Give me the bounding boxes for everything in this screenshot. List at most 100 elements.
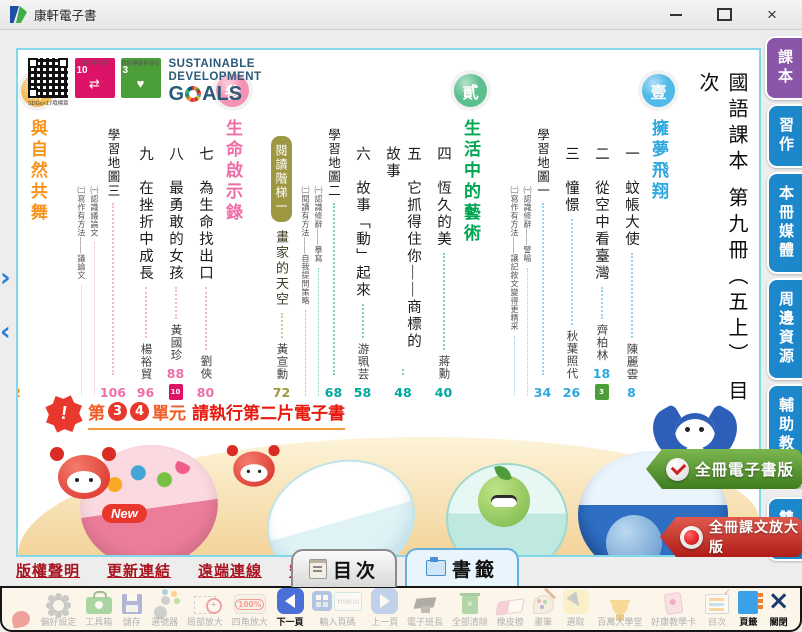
side-tab-label: 課本 (774, 49, 795, 87)
dotted-leader (631, 253, 633, 338)
toc-lesson[interactable]: 三 憧憬秋葉照代26 (561, 60, 582, 400)
teaching-card-icon (664, 592, 684, 615)
toolbar-next-page[interactable]: 下一頁 (272, 588, 308, 628)
toolbar-label: 工具箱 (85, 615, 112, 628)
tab-bookmark[interactable]: 書籤 (405, 548, 519, 586)
pointer-icon (11, 609, 32, 628)
toolbar-save[interactable]: 儲存 (117, 594, 147, 628)
toolbar-label: 全部清除 (452, 615, 488, 628)
dotted-leader (318, 268, 319, 397)
close-window-button[interactable]: × (748, 1, 796, 29)
footer-link-遠端連線[interactable]: 遠端連線 (198, 560, 262, 581)
toolbar-preferences[interactable]: 偏好設定 (36, 597, 81, 628)
toc-lesson[interactable]: 二 從空中看臺灣齊柏林183 (591, 60, 612, 400)
dotted-leader (571, 219, 573, 325)
toc-lesson[interactable]: 一 蚊帳大使陳麗雲8 (621, 60, 642, 400)
toc-lesson[interactable]: 五 它抓得住你——商標的故事48 (382, 60, 424, 400)
toolbar-label: 目次 (708, 615, 726, 628)
minimize-button[interactable] (652, 1, 700, 29)
map-main: 學習地圖三106 (100, 60, 126, 400)
toc-lesson[interactable]: 六 故事「動」起來游珮芸58 (352, 60, 373, 400)
quiz-trophy-icon (612, 603, 628, 614)
toc-lesson[interactable]: 八 最勇敢的女孩黃國珍8810 (165, 60, 186, 400)
sdg-header: SDGs×17項標章 10 ⇄ 減少不平等 3 ♥ 良好健康與福祉 SUSTAI… (28, 58, 262, 107)
toolbar-toc[interactable]: 目次 (701, 594, 734, 628)
toolbar-label: 儲存 (123, 615, 141, 628)
reading-ladder[interactable]: 閱讀階梯一畫家的天空黃宣勳72 (271, 60, 292, 400)
toolbar-zoom-region[interactable]: 局部放大 (182, 596, 227, 628)
toolbar-teaching-card[interactable]: 好康教學卡 (647, 593, 701, 628)
toolbar-class-leader[interactable]: 電子班長 (403, 596, 448, 628)
lesson-title: 五 它抓得住你——商標的故事 (382, 146, 424, 364)
page-title: 國語課本 第九冊（五上） 目次 (693, 60, 751, 412)
dotted-leader (112, 203, 114, 375)
toolbar-label: 上一頁 (371, 615, 398, 628)
toolbar-label: 頁籤 (739, 615, 757, 628)
toolbar-page-input[interactable]: menu輸入頁碼 (308, 588, 367, 628)
side-tab-周邊資源[interactable]: 周邊資源 (767, 278, 802, 380)
toc-lesson[interactable]: 十 山中寄情王維、韋應物112 (16, 60, 21, 400)
toolbar-page-tabs[interactable]: 頁籤 (733, 591, 763, 628)
dotted-leader (542, 203, 544, 375)
toolbar-brush[interactable]: 畫筆 (528, 595, 558, 628)
toolbar-pointer[interactable] (6, 611, 36, 628)
lesson-title: 二 從空中看臺灣 (591, 146, 612, 282)
settings-gear-icon (50, 597, 67, 614)
toolbar-label: 關閉 (770, 615, 788, 628)
tab-toc[interactable]: 目次 (291, 549, 397, 587)
footer-link-版權聲明[interactable]: 版權聲明 (16, 560, 80, 581)
learning-map[interactable]: 學習地圖二68㈠認識修辭——摹寫㈡閱讀有方法——自我提問策略 (300, 60, 343, 400)
learning-map[interactable]: 學習地圖一34㈠認識修辭——譬喻㈡寫作有方法——讓記敘文變得更精采 (509, 60, 552, 400)
toolbar-quiz-hall[interactable]: 百萬大學堂 (593, 599, 647, 628)
toolbar-eraser[interactable]: 橡皮擦 (492, 600, 528, 628)
check-icon (666, 458, 689, 481)
app-window: 康軒電子書 × SDGs×17項標章 10 ⇄ 減少不平等 3 (0, 0, 802, 632)
footer-link-更新連結[interactable]: 更新連結 (107, 560, 171, 581)
toolbar-select[interactable]: 選取 (558, 590, 593, 628)
toolbar-prev-page[interactable]: 上一頁 (367, 588, 403, 628)
side-tab-本冊媒體[interactable]: 本冊媒體 (767, 172, 802, 274)
map-label: 學習地圖三 (103, 128, 122, 198)
alert-burst-icon: ! (46, 396, 82, 432)
toc-unit-貳: 貳生活中的藝術四 恆久的美蔣勳40五 它抓得住你——商標的故事48六 故事「動」… (271, 60, 487, 400)
toc-lesson[interactable]: 七 為生命找出口劉俠80 (195, 60, 216, 400)
table-of-contents: 國語課本 第九冊（五上） 目次 壹擁夢飛翔一 蚊帳大使陳麗雲8二 從空中看臺灣齊… (25, 60, 751, 400)
unit-number-4: 4 (130, 402, 149, 421)
prev-arrow-icon[interactable] (0, 320, 16, 346)
maximize-button[interactable] (700, 1, 748, 29)
number-picker-icon (157, 594, 173, 614)
map-sub-text: ㈡寫作有方法——議論文 (76, 186, 87, 280)
toolbar-number-picker[interactable]: 選號器 (147, 594, 183, 628)
learning-map[interactable]: 學習地圖三106㈠認識議論文㈡寫作有方法——議論文 (76, 60, 126, 400)
sdg-badge-3: 3 ♥ 良好健康與福祉 (121, 58, 161, 98)
unit-title: 生活中的藝術 (458, 119, 483, 245)
lesson-page: 88 (167, 366, 184, 381)
ladder-author: 黃宣勳 (274, 343, 290, 381)
toc-list-icon (705, 594, 729, 614)
side-tab-課本[interactable]: 課本 (765, 36, 802, 100)
full-text-zoom-button[interactable]: 全冊課文放大版 (660, 517, 802, 557)
qr-caption: SDGs×17項標章 (28, 99, 69, 107)
toolbar-zoom-corner[interactable]: 100%四角放大 (227, 594, 272, 628)
next-arrow-icon[interactable] (0, 266, 16, 292)
clear-all-icon (462, 596, 478, 614)
full-ebook-button[interactable]: 全冊電子書版 (646, 449, 802, 489)
map-sub-text: ㈠認識修辭——譬喻 (522, 186, 533, 263)
toolbar-label: 輸入頁碼 (319, 615, 355, 628)
toc-unit-肆: 肆與自然共舞十 山中寄情王維、韋應物112十一 與達駭黑熊走入山林乜寇．索克魯曼… (16, 60, 54, 400)
side-tab-習作[interactable]: 習作 (767, 104, 802, 168)
bottom-toolbar: 偏好設定工具箱儲存選號器局部放大100%四角放大下一頁menu輸入頁碼上一頁電子… (0, 586, 802, 632)
toolbar-close[interactable]: ×關閉 (763, 588, 794, 628)
unit-title: 生命啟示錄 (220, 119, 245, 224)
toolbar-clear-all[interactable]: 全部清除 (447, 596, 492, 628)
side-tab-label: 本冊媒體 (775, 185, 796, 261)
toolbar-label: 橡皮擦 (497, 615, 524, 628)
toc-lesson[interactable]: 九 在挫折中成長楊裕貿96 (135, 60, 156, 400)
page-input-icon: menu (312, 588, 362, 614)
side-tab-label: 習作 (775, 117, 796, 155)
toc-lesson[interactable]: 四 恆久的美蔣勳40 (433, 60, 454, 400)
lesson-author: 游珮芸 (355, 343, 371, 381)
dotted-leader (333, 203, 335, 375)
unit-number-badge: 壹 (642, 74, 675, 107)
toolbar-toolbox[interactable]: 工具箱 (81, 597, 117, 628)
